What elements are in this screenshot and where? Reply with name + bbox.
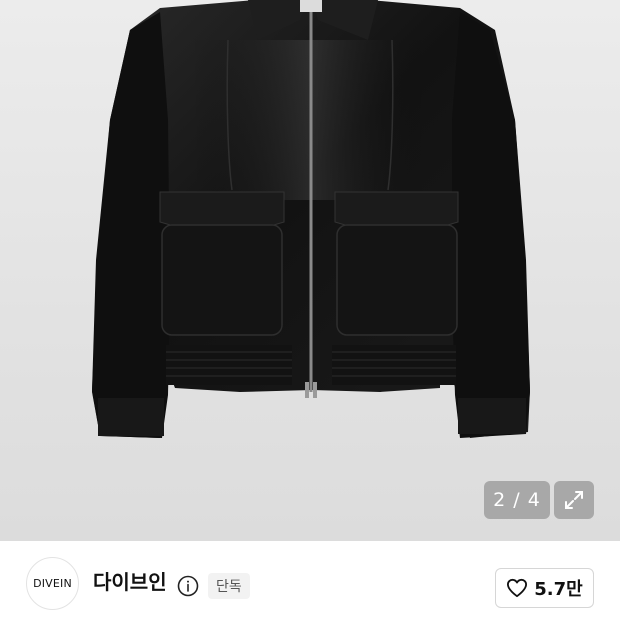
product-image	[92, 0, 530, 438]
like-count: 5.7만	[534, 579, 583, 600]
exclusive-badge: 단독	[208, 573, 250, 599]
image-counter: 2 / 4	[484, 481, 550, 519]
like-button[interactable]: 5.7만	[495, 568, 594, 608]
expand-icon	[565, 491, 583, 509]
brand-logo-text: DIVEIN	[33, 577, 72, 590]
heart-icon	[507, 578, 528, 598]
brand-name[interactable]: 다이브인	[93, 572, 167, 592]
brand-bar: DIVEIN 다이브인 단독 5.7만	[0, 541, 620, 620]
product-image-gallery[interactable]: 2 / 4	[0, 0, 620, 541]
info-icon[interactable]	[177, 575, 199, 597]
expand-button[interactable]	[554, 481, 594, 519]
brand-logo[interactable]: DIVEIN	[26, 557, 79, 610]
